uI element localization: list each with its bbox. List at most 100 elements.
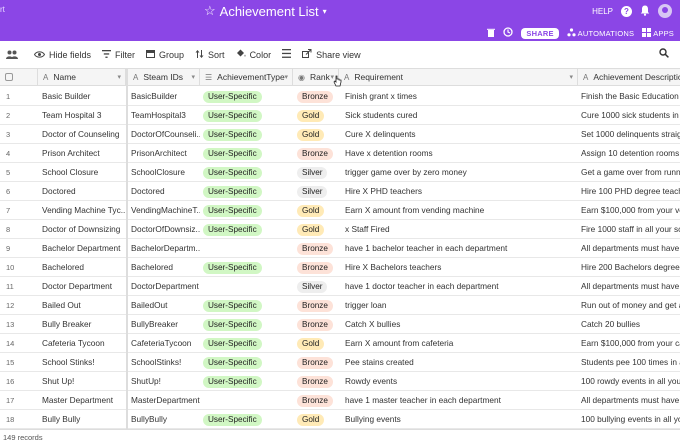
cell-rank[interactable]: Bronze <box>297 315 339 334</box>
cell-steam-id[interactable]: MasterDepartment <box>131 391 200 410</box>
cell-rank[interactable]: Bronze <box>297 372 339 391</box>
cell-name[interactable]: Prison Architect <box>42 144 126 163</box>
cell-name[interactable]: School Stinks! <box>42 353 126 372</box>
cell-achievement-type[interactable]: User-Specific <box>203 315 293 334</box>
cell-requirement[interactable]: Earn X amount from cafeteria <box>345 334 578 353</box>
cell-name[interactable]: Bully Bully <box>42 410 126 429</box>
cell-description[interactable]: Get a game over from runnin <box>581 163 680 182</box>
row-number[interactable]: 5 <box>6 163 36 182</box>
row-number[interactable]: 6 <box>6 182 36 201</box>
cell-rank[interactable]: Gold <box>297 106 339 125</box>
row-number[interactable]: 18 <box>6 410 36 429</box>
cell-achievement-type[interactable] <box>203 239 293 258</box>
cell-name[interactable]: Master Department <box>42 391 126 410</box>
row-number[interactable]: 12 <box>6 296 36 315</box>
table-row[interactable]: 14 Cafeteria Tycoon CafeteriaTycoon User-Sp… <box>0 334 680 353</box>
cell-rank[interactable]: Silver <box>297 163 339 182</box>
cell-description[interactable]: Fire 1000 staff in all your sch <box>581 220 680 239</box>
cell-achievement-type[interactable]: User-Specific <box>203 182 293 201</box>
hide-fields-button[interactable]: Hide fields <box>33 50 91 60</box>
cell-requirement[interactable]: Pee stains created <box>345 353 578 372</box>
automations-button[interactable]: AUTOMATIONS <box>567 27 635 39</box>
cell-description[interactable]: 100 rowdy events in all your <box>581 372 680 391</box>
cell-description[interactable]: All departments must have a <box>581 277 680 296</box>
cell-achievement-type[interactable]: User-Specific <box>203 144 293 163</box>
row-number[interactable]: 15 <box>6 353 36 372</box>
cell-steam-id[interactable]: DoctorDepartment <box>131 277 200 296</box>
cell-name[interactable]: Doctor Department <box>42 277 126 296</box>
cell-steam-id[interactable]: TeamHospital3 <box>131 106 200 125</box>
row-number[interactable]: 13 <box>6 315 36 334</box>
cell-steam-id[interactable]: CafeteriaTycoon <box>131 334 200 353</box>
cell-name[interactable]: Basic Builder <box>42 87 126 106</box>
cell-description[interactable]: Students pee 100 times in all <box>581 353 680 372</box>
table-row[interactable]: 11 Doctor Department DoctorDepartment Silve… <box>0 277 680 296</box>
cell-steam-id[interactable]: ShutUp! <box>131 372 200 391</box>
cell-achievement-type[interactable]: User-Specific <box>203 334 293 353</box>
cell-requirement[interactable]: Bullying events <box>345 410 578 429</box>
select-all-header[interactable] <box>0 69 38 86</box>
cell-requirement[interactable]: Cure X delinquents <box>345 125 578 144</box>
table-row[interactable]: 13 Bully Breaker BullyBreaker User-Specific… <box>0 315 680 334</box>
chevron-down-icon[interactable]: ▾ <box>117 73 121 81</box>
row-number[interactable]: 10 <box>6 258 36 277</box>
table-row[interactable]: 15 School Stinks! SchoolStinks! User-Specif… <box>0 353 680 372</box>
share-button[interactable]: SHARE <box>521 27 559 39</box>
avatar[interactable] <box>658 4 672 18</box>
cell-achievement-type[interactable]: User-Specific <box>203 106 293 125</box>
cell-achievement-type[interactable]: User-Specific <box>203 201 293 220</box>
cell-description[interactable]: Earn $100,000 from your ven <box>581 201 680 220</box>
cell-name[interactable]: Bully Breaker <box>42 315 126 334</box>
share-view-button[interactable]: Share view <box>302 49 361 60</box>
cell-requirement[interactable]: trigger game over by zero money <box>345 163 578 182</box>
help-link[interactable]: HELP <box>592 7 613 16</box>
bell-icon[interactable] <box>640 5 650 18</box>
cell-achievement-type[interactable]: User-Specific <box>203 410 293 429</box>
cell-steam-id[interactable]: DoctorOfDownsiz... <box>131 220 200 239</box>
cell-steam-id[interactable]: DoctorOfCounseli... <box>131 125 200 144</box>
cell-name[interactable]: Cafeteria Tycoon <box>42 334 126 353</box>
row-number[interactable]: 9 <box>6 239 36 258</box>
cell-description[interactable]: All departments must have a <box>581 391 680 410</box>
row-number[interactable]: 17 <box>6 391 36 410</box>
cell-achievement-type[interactable]: User-Specific <box>203 296 293 315</box>
column-header-requirement[interactable]: A Requirement ▾ <box>339 69 578 86</box>
cell-steam-id[interactable]: Bachelored <box>131 258 200 277</box>
cell-requirement[interactable]: Catch X bullies <box>345 315 578 334</box>
cell-description[interactable]: Set 1000 delinquents straight <box>581 125 680 144</box>
cell-rank[interactable]: Gold <box>297 334 339 353</box>
cell-description[interactable]: 100 bullying events in all yo <box>581 410 680 429</box>
cell-description[interactable]: Hire 200 Bachelors degree te <box>581 258 680 277</box>
cell-name[interactable]: School Closure <box>42 163 126 182</box>
cell-requirement[interactable]: Sick students cured <box>345 106 578 125</box>
column-header-name[interactable]: A Name ▾ <box>38 69 126 86</box>
cell-description[interactable]: Assign 10 detention rooms <box>581 144 680 163</box>
cell-requirement[interactable]: have 1 doctor teacher in each department <box>345 277 578 296</box>
trash-icon[interactable] <box>487 28 496 39</box>
cell-requirement[interactable]: Rowdy events <box>345 372 578 391</box>
base-title[interactable]: ☆ Achievement List ▾ <box>204 3 327 19</box>
table-row[interactable]: 1 Basic Builder BasicBuilder User-Specific B… <box>0 87 680 106</box>
cell-rank[interactable]: Bronze <box>297 87 339 106</box>
table-row[interactable]: 9 Bachelor Department BachelorDepartm... Br… <box>0 239 680 258</box>
cell-requirement[interactable]: x Staff Fired <box>345 220 578 239</box>
cell-name[interactable]: Bachelored <box>42 258 126 277</box>
cell-rank[interactable]: Gold <box>297 125 339 144</box>
cell-rank[interactable]: Bronze <box>297 144 339 163</box>
cell-name[interactable]: Doctored <box>42 182 126 201</box>
cell-requirement[interactable]: Hire X Bachelors teachers <box>345 258 578 277</box>
cell-steam-id[interactable]: PrisonArchitect <box>131 144 200 163</box>
cell-steam-id[interactable]: VendingMachineT... <box>131 201 200 220</box>
cell-requirement[interactable]: have 1 bachelor teacher in each departme… <box>345 239 578 258</box>
column-header-achievement-type[interactable]: ☰ AchievementType ▾ <box>200 69 293 86</box>
table-row[interactable]: 16 Shut Up! ShutUp! User-Specific Bronze Rowd… <box>0 372 680 391</box>
table-row[interactable]: 2 Team Hospital 3 TeamHospital3 User-Specif… <box>0 106 680 125</box>
select-all-checkbox[interactable] <box>5 73 13 81</box>
search-icon[interactable] <box>659 48 669 61</box>
group-button[interactable]: Group <box>146 49 184 60</box>
cell-achievement-type[interactable] <box>203 391 293 410</box>
table-row[interactable]: 5 School Closure SchoolClosure User-Specifi… <box>0 163 680 182</box>
cell-name[interactable]: Bailed Out <box>42 296 126 315</box>
cell-rank[interactable]: Gold <box>297 201 339 220</box>
cell-steam-id[interactable]: BullyBully <box>131 410 200 429</box>
